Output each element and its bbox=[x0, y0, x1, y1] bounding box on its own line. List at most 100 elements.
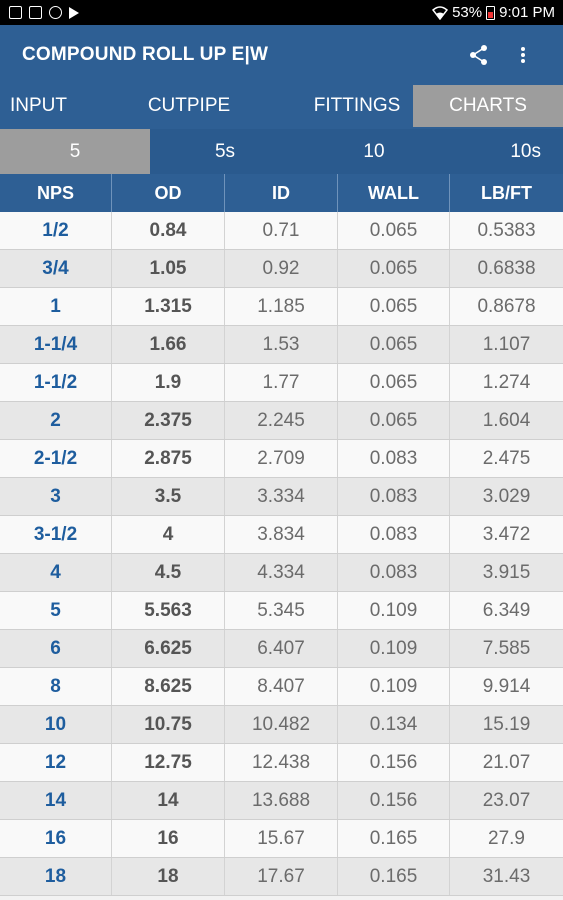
table-header: NPS OD ID WALL LB/FT bbox=[0, 174, 563, 212]
image-icon bbox=[9, 6, 22, 19]
header-od: OD bbox=[112, 174, 225, 212]
cell-id: 13.688 bbox=[225, 782, 338, 819]
cell-od: 0.84 bbox=[112, 212, 225, 249]
cell-wall: 0.065 bbox=[338, 402, 450, 439]
tab-charts[interactable]: CHARTS bbox=[413, 85, 563, 127]
cell-lbft: 6.349 bbox=[482, 599, 531, 621]
cell-nps: 3 bbox=[0, 478, 112, 515]
table-row[interactable]: 6 6.625 6.407 0.109 7.585 bbox=[0, 630, 563, 668]
cell-id: 17.67 bbox=[225, 858, 338, 895]
table-row[interactable]: 2-1/2 2.875 2.709 0.083 2.475 bbox=[0, 440, 563, 478]
schedule-tabs: 5 5s 10 10s bbox=[0, 129, 563, 174]
cell-lbft: 1.604 bbox=[482, 409, 531, 431]
cell-od: 4.5 bbox=[112, 554, 225, 591]
cell-wall: 0.109 bbox=[338, 630, 450, 667]
more-vert-icon[interactable] bbox=[511, 43, 535, 67]
table-row[interactable]: 3-1/2 4 3.834 0.083 3.472 bbox=[0, 516, 563, 554]
cell-id: 6.407 bbox=[225, 630, 338, 667]
cell-lbft: 3.472 bbox=[482, 523, 531, 545]
cell-nps: 10 bbox=[0, 706, 112, 743]
tab-input[interactable]: INPUT bbox=[0, 85, 77, 127]
app-title: COMPOUND ROLL UP E|W bbox=[22, 44, 269, 65]
cell-nps: 2 bbox=[0, 402, 112, 439]
cell-lbft: 3.029 bbox=[482, 485, 531, 507]
wifi-icon bbox=[432, 5, 449, 20]
cell-od: 10.75 bbox=[112, 706, 225, 743]
play-store-icon bbox=[69, 6, 79, 19]
cell-wall: 0.065 bbox=[338, 326, 450, 363]
cell-od: 3.5 bbox=[112, 478, 225, 515]
table-row[interactable]: 2 2.375 2.245 0.065 1.604 bbox=[0, 402, 563, 440]
table-row[interactable]: 14 14 13.688 0.156 23.07 bbox=[0, 782, 563, 820]
cell-id: 1.77 bbox=[225, 364, 338, 401]
table-row[interactable]: 8 8.625 8.407 0.109 9.914 bbox=[0, 668, 563, 706]
cell-nps: 12 bbox=[0, 744, 112, 781]
cell-wall: 0.134 bbox=[338, 706, 450, 743]
cell-nps: 1 bbox=[0, 288, 112, 325]
cell-id: 4.334 bbox=[225, 554, 338, 591]
pipe-chart-table: NPS OD ID WALL LB/FT 1/2 0.84 0.71 0.065 0.5… bbox=[0, 174, 563, 896]
cell-lbft: 7.585 bbox=[482, 637, 531, 659]
app-actions bbox=[467, 43, 563, 67]
cell-id: 3.834 bbox=[225, 516, 338, 553]
cell-wall: 0.165 bbox=[338, 820, 450, 857]
share-icon[interactable] bbox=[467, 43, 491, 67]
cell-nps: 1-1/2 bbox=[0, 364, 112, 401]
cell-lbft: 1.274 bbox=[482, 371, 531, 393]
table-row[interactable]: 1 1.315 1.185 0.065 0.8678 bbox=[0, 288, 563, 326]
battery-low-icon bbox=[486, 5, 496, 20]
cell-id: 1.53 bbox=[225, 326, 338, 363]
table-row[interactable]: 1-1/4 1.66 1.53 0.065 1.107 bbox=[0, 326, 563, 364]
cell-id: 1.185 bbox=[225, 288, 338, 325]
cell-wall: 0.065 bbox=[338, 212, 450, 249]
table-row[interactable]: 1/2 0.84 0.71 0.065 0.5383 bbox=[0, 212, 563, 250]
cell-wall: 0.083 bbox=[338, 478, 450, 515]
cell-od: 1.9 bbox=[112, 364, 225, 401]
cell-lbft: 15.19 bbox=[482, 713, 531, 735]
table-row[interactable]: 1-1/2 1.9 1.77 0.065 1.274 bbox=[0, 364, 563, 402]
header-nps: NPS bbox=[0, 174, 112, 212]
cell-wall: 0.156 bbox=[338, 744, 450, 781]
system-status: 53% 9:01 PM bbox=[432, 4, 563, 21]
cell-od: 1.66 bbox=[112, 326, 225, 363]
cell-nps: 14 bbox=[0, 782, 112, 819]
cell-wall: 0.083 bbox=[338, 554, 450, 591]
cell-lbft: 9.914 bbox=[482, 675, 531, 697]
status-bar: 53% 9:01 PM bbox=[0, 0, 563, 25]
table-row[interactable]: 3/4 1.05 0.92 0.065 0.6838 bbox=[0, 250, 563, 288]
table-row[interactable]: 5 5.563 5.345 0.109 6.349 bbox=[0, 592, 563, 630]
cell-wall: 0.165 bbox=[338, 858, 450, 895]
cell-lbft: 31.43 bbox=[482, 865, 531, 887]
table-row[interactable]: 16 16 15.67 0.165 27.9 bbox=[0, 820, 563, 858]
table-row[interactable]: 12 12.75 12.438 0.156 21.07 bbox=[0, 744, 563, 782]
cell-od: 6.625 bbox=[112, 630, 225, 667]
cell-od: 2.875 bbox=[112, 440, 225, 477]
battery-percent: 53% bbox=[452, 4, 483, 21]
cell-nps: 6 bbox=[0, 630, 112, 667]
cell-id: 8.407 bbox=[225, 668, 338, 705]
cell-id: 15.67 bbox=[225, 820, 338, 857]
table-row[interactable]: 3 3.5 3.334 0.083 3.029 bbox=[0, 478, 563, 516]
cell-nps: 1-1/4 bbox=[0, 326, 112, 363]
table-row[interactable]: 18 18 17.67 0.165 31.43 bbox=[0, 858, 563, 896]
schedule-tab-5s[interactable]: 5s bbox=[150, 129, 300, 174]
cell-nps: 16 bbox=[0, 820, 112, 857]
schedule-tab-5[interactable]: 5 bbox=[0, 129, 150, 174]
cell-wall: 0.109 bbox=[338, 592, 450, 629]
table-body: 1/2 0.84 0.71 0.065 0.5383 3/4 1.05 0.92 0.065 0.… bbox=[0, 212, 563, 896]
cell-lbft: 21.07 bbox=[482, 751, 531, 773]
table-row[interactable]: 10 10.75 10.482 0.134 15.19 bbox=[0, 706, 563, 744]
tab-cutpipe[interactable]: CUTPIPE bbox=[77, 85, 301, 127]
table-row[interactable]: 4 4.5 4.334 0.083 3.915 bbox=[0, 554, 563, 592]
schedule-tab-10[interactable]: 10 bbox=[300, 129, 448, 174]
cell-wall: 0.065 bbox=[338, 364, 450, 401]
at-sign-icon bbox=[49, 6, 62, 19]
schedule-tab-10s[interactable]: 10s bbox=[448, 129, 563, 174]
cell-lbft: 23.07 bbox=[482, 789, 531, 811]
tab-fittings[interactable]: FITTINGS bbox=[301, 85, 413, 127]
main-tabs: INPUT CUTPIPE FITTINGS CHARTS bbox=[0, 85, 563, 129]
cell-nps: 4 bbox=[0, 554, 112, 591]
notification-icons bbox=[0, 6, 79, 19]
header-wall: WALL bbox=[338, 174, 450, 212]
cell-od: 14 bbox=[112, 782, 225, 819]
